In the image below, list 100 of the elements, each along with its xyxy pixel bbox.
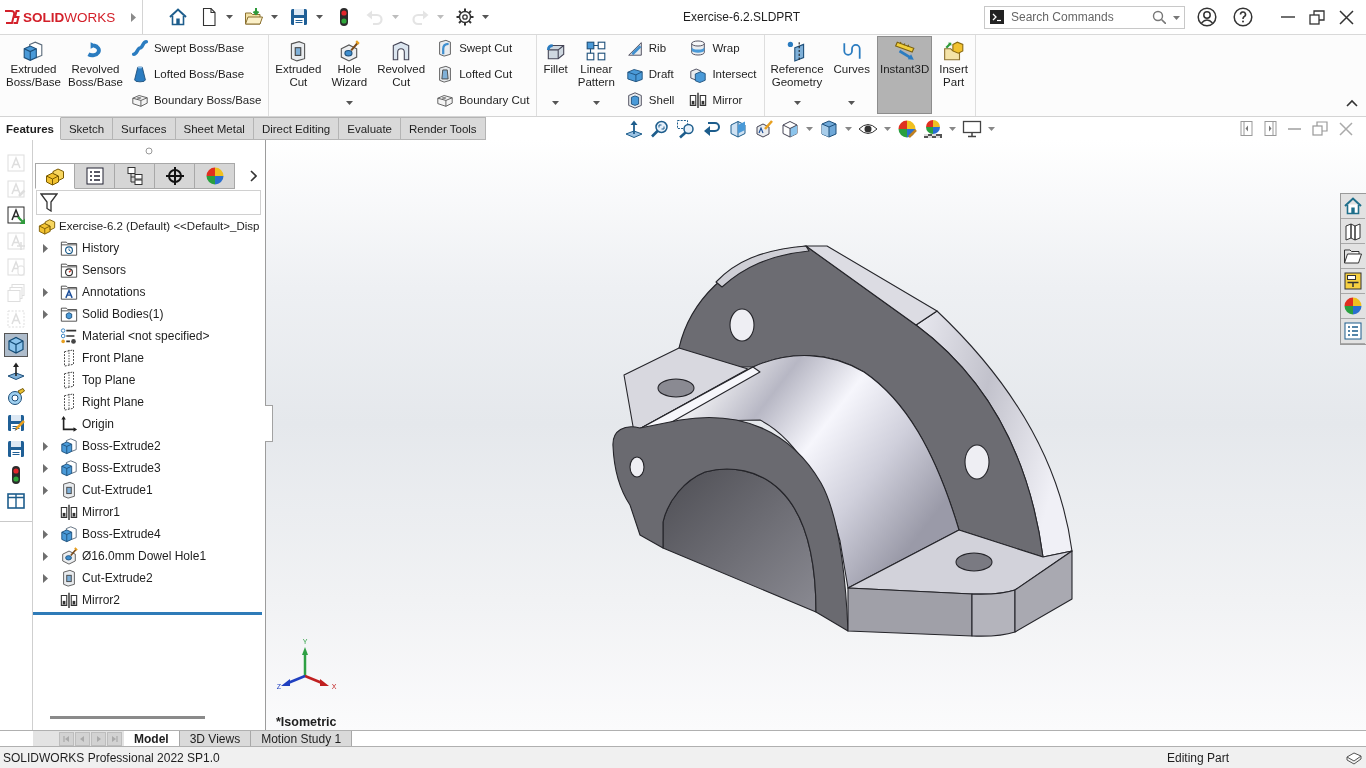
- tree-item[interactable]: Material <not specified>: [33, 325, 210, 347]
- expand-arrow-icon[interactable]: [43, 551, 48, 561]
- tab[interactable]: Direct Editing: [253, 117, 340, 140]
- ribbon-button[interactable]: Lofted Boss/Base: [127, 62, 265, 86]
- ribbon-button[interactable]: Shell: [622, 88, 678, 112]
- arrow-plane-icon[interactable]: [624, 118, 644, 139]
- ribbon-button[interactable]: Swept Cut: [433, 36, 533, 60]
- caret-icon[interactable]: [316, 15, 323, 19]
- tree-item[interactable]: Boss-Extrude2: [33, 435, 161, 457]
- chevron-up-icon[interactable]: [1346, 99, 1358, 107]
- ribbon-button[interactable]: Hole Wizard: [328, 36, 371, 114]
- panel-left-icon[interactable]: [1240, 121, 1253, 136]
- expand-arrow-icon[interactable]: [43, 243, 48, 253]
- panel-tab[interactable]: [75, 163, 115, 189]
- expand-arrow-icon[interactable]: [43, 309, 48, 319]
- ribbon-button[interactable]: Linear Pattern: [574, 36, 618, 114]
- tree-item[interactable]: Cut-Extrude1: [33, 479, 153, 501]
- tree-item[interactable]: Mirror1: [33, 501, 120, 523]
- tab[interactable]: Sheet Metal: [175, 117, 254, 140]
- close-icon[interactable]: [1339, 9, 1354, 25]
- tree-item[interactable]: Boss-Extrude3: [33, 457, 161, 479]
- ribbon-button[interactable]: Mirror: [686, 88, 760, 112]
- layers-icon[interactable]: [1346, 750, 1362, 765]
- handle-icon[interactable]: [145, 147, 153, 155]
- ribbon-button[interactable]: Reference Geometry: [767, 36, 827, 114]
- filter-field[interactable]: [36, 190, 261, 215]
- color-wheel-floor-icon[interactable]: [923, 118, 943, 139]
- tab[interactable]: Sketch: [60, 117, 114, 140]
- ribbon-button[interactable]: Boundary Cut: [433, 88, 533, 112]
- caret-icon[interactable]: [949, 126, 956, 131]
- ribbon-button[interactable]: Swept Boss/Base: [127, 36, 265, 60]
- splitter-handle[interactable]: [265, 405, 273, 442]
- panel-right-icon[interactable]: [1264, 121, 1277, 136]
- restore-icon[interactable]: [1309, 9, 1325, 25]
- caret-icon[interactable]: [482, 15, 489, 19]
- tab[interactable]: Render Tools: [401, 117, 486, 140]
- caret-icon[interactable]: [845, 126, 852, 131]
- ribbon-button[interactable]: Lofted Cut: [433, 62, 533, 86]
- ribbon-button[interactable]: Instant3D: [877, 36, 933, 114]
- tab[interactable]: Evaluate: [339, 117, 402, 140]
- zoom-fit-icon[interactable]: [650, 118, 670, 139]
- ribbon-button[interactable]: Wrap: [686, 36, 760, 60]
- cube-pencil-icon[interactable]: [754, 118, 774, 139]
- expand-arrow-icon[interactable]: [43, 441, 48, 451]
- tab[interactable]: 3D Views: [179, 731, 252, 746]
- search-field[interactable]: Search Commands: [984, 5, 1185, 29]
- color-wheel-pencil-icon[interactable]: [897, 118, 917, 139]
- tree-item[interactable]: Solid Bodies(1): [33, 303, 164, 325]
- monitor-icon[interactable]: [962, 118, 982, 139]
- tree-item[interactable]: Annotations: [33, 281, 146, 303]
- tree-item[interactable]: Origin: [33, 413, 114, 435]
- ribbon-button[interactable]: Extruded Boss/Base: [3, 36, 64, 114]
- list-icon[interactable]: [1341, 319, 1365, 344]
- tree-item[interactable]: Sensors: [33, 259, 127, 281]
- help-icon[interactable]: [1233, 7, 1253, 27]
- ribbon-button[interactable]: Draft: [622, 62, 678, 86]
- zoom-area-icon[interactable]: [676, 118, 696, 139]
- caret-icon[interactable]: [1173, 15, 1180, 20]
- tree-item[interactable]: Right Plane: [33, 391, 145, 413]
- ribbon-button[interactable]: Revolved Boss/Base: [64, 36, 126, 114]
- layout-icon[interactable]: [1341, 269, 1365, 294]
- tree-item[interactable]: Cut-Extrude2: [33, 567, 153, 589]
- ribbon-button[interactable]: Insert Part: [936, 36, 971, 114]
- expand-arrow-icon[interactable]: [43, 463, 48, 473]
- search-icon[interactable]: [1152, 9, 1166, 24]
- cube-icon[interactable]: [4, 333, 28, 357]
- tab[interactable]: Surfaces: [113, 117, 176, 140]
- panel-tab[interactable]: [115, 163, 155, 189]
- expand-arrow-icon[interactable]: [43, 529, 48, 539]
- panel-tab[interactable]: [155, 163, 195, 189]
- caret-icon[interactable]: [806, 126, 813, 131]
- ribbon-button[interactable]: Boundary Boss/Base: [127, 88, 265, 112]
- panel-tab[interactable]: [35, 163, 75, 189]
- ribbon-button[interactable]: Rib: [622, 36, 678, 60]
- user-icon[interactable]: [1197, 7, 1217, 27]
- tree-item[interactable]: Boss-Extrude4: [33, 523, 161, 545]
- caret-icon[interactable]: [271, 15, 278, 19]
- ribbon-button[interactable]: Curves: [830, 36, 873, 114]
- caret-icon[interactable]: [884, 126, 891, 131]
- settings-icon[interactable]: [455, 7, 475, 27]
- expand-arrow-icon[interactable]: [43, 287, 48, 297]
- tree-item[interactable]: Top Plane: [33, 369, 136, 391]
- tree-item[interactable]: Mirror2: [33, 589, 120, 611]
- tree-item[interactable]: Front Plane: [33, 347, 145, 369]
- ribbon-button[interactable]: Fillet: [540, 36, 571, 114]
- caret-icon[interactable]: [988, 126, 995, 131]
- ribbon-button[interactable]: Intersect: [686, 62, 760, 86]
- ribbon-button[interactable]: Revolved Cut: [374, 36, 429, 114]
- chevron-right-icon[interactable]: [250, 170, 257, 182]
- horizontal-scrollbar[interactable]: [50, 716, 205, 719]
- house-icon[interactable]: [168, 7, 188, 27]
- expand-arrow-icon[interactable]: [43, 485, 48, 495]
- tab[interactable]: Motion Study 1: [251, 731, 353, 746]
- tree-item[interactable]: Exercise-6.2 (Default) <<Default>_Disp: [33, 215, 260, 237]
- tree-item[interactable]: History: [33, 237, 120, 259]
- tree-item[interactable]: Ø16.0mm Dowel Hole1: [33, 545, 207, 567]
- shaded-box-icon[interactable]: [819, 118, 839, 139]
- section-cube-icon[interactable]: [728, 118, 748, 139]
- ribbon-button[interactable]: Extruded Cut: [272, 36, 325, 114]
- view-cube-icon[interactable]: [780, 118, 800, 139]
